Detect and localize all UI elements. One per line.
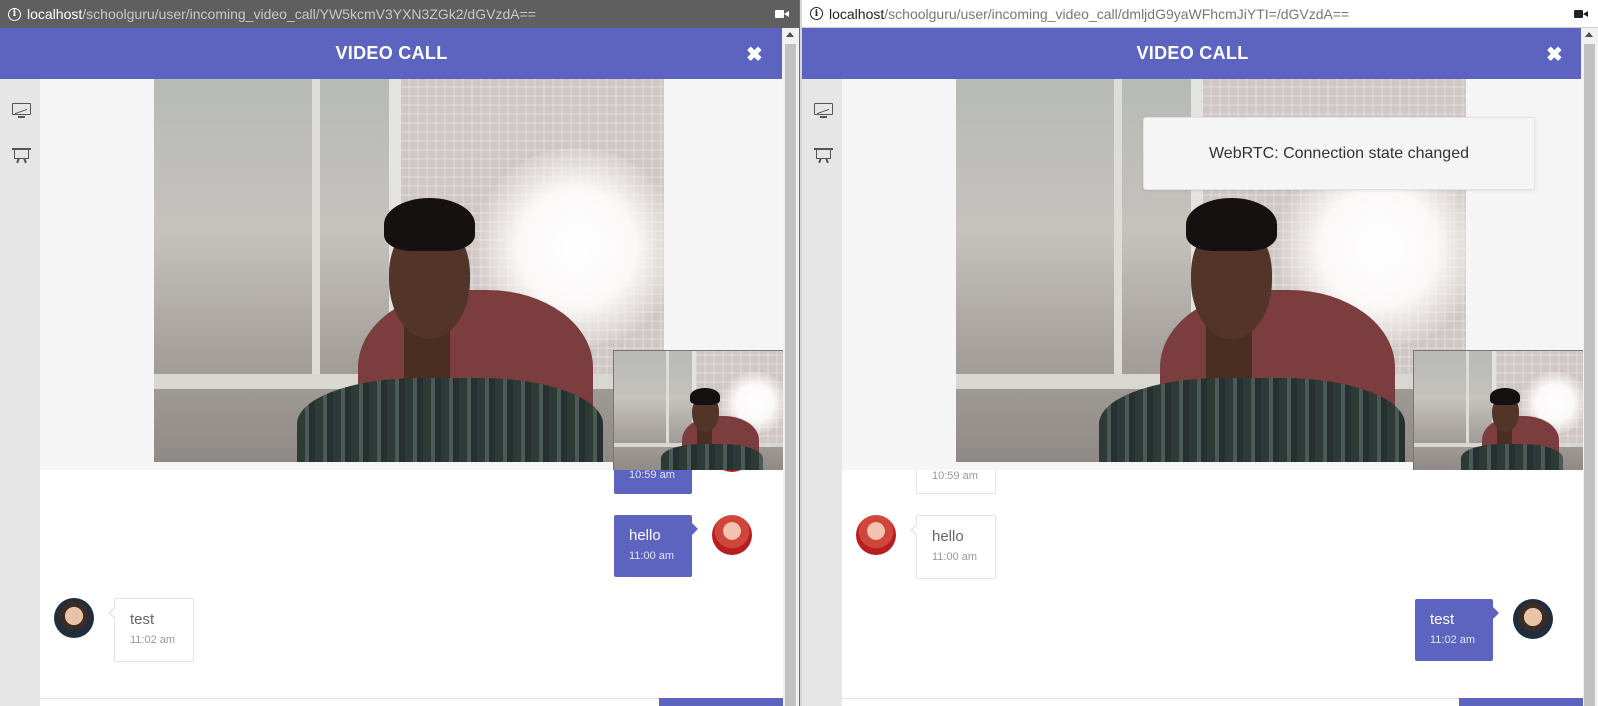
call-content: 10:59 am hello 11:00 am test 11:02 am [40, 79, 783, 706]
scrollbar-thumb[interactable] [1584, 44, 1595, 706]
url-host: localhost [829, 5, 885, 22]
page-title: VIDEO CALL [1136, 43, 1249, 63]
message-bubble: hello 11:00 am [910, 515, 996, 579]
screen-share-icon[interactable] [814, 103, 833, 120]
message-time: 11:00 am [629, 550, 675, 562]
send-button[interactable] [1459, 698, 1583, 706]
call-content: 10:59 am hello 11:00 am test 11:02 am [842, 79, 1583, 706]
screen-share-icon[interactable] [12, 103, 31, 120]
call-toolbar [0, 79, 40, 706]
remote-video [154, 79, 664, 462]
close-icon[interactable]: ✖ [1546, 42, 1563, 67]
message-text: hello [932, 528, 964, 545]
scrollbar[interactable] [782, 28, 799, 706]
left-call-window: i localhost/schoolguru/user/incoming_vid… [0, 0, 800, 706]
connection-toast: WebRTC: Connection state changed [1143, 117, 1535, 190]
message-input[interactable] [40, 698, 783, 706]
camera-icon[interactable] [1574, 9, 1588, 19]
message-input[interactable] [842, 698, 1583, 706]
message-text: test [1430, 611, 1455, 628]
message-text: test [130, 611, 155, 628]
message-bubble: test 11:02 am [108, 598, 194, 662]
url-host: localhost [27, 6, 83, 22]
presentation-icon[interactable] [814, 146, 833, 164]
local-video [613, 350, 783, 470]
local-video [1413, 350, 1583, 470]
avatar [856, 515, 896, 555]
info-icon[interactable]: i [8, 7, 21, 21]
page-title: VIDEO CALL [335, 43, 448, 63]
avatar [1513, 599, 1553, 639]
address-bar[interactable]: i localhost/schoolguru/user/incoming_vid… [0, 0, 799, 28]
call-header: VIDEO CALL ✖ [802, 28, 1583, 79]
url-path: /schoolguru/user/incoming_video_call/YW5… [82, 6, 536, 22]
url-path: /schoolguru/user/incoming_video_call/dml… [884, 5, 1350, 22]
camera-icon[interactable] [775, 9, 789, 19]
message-time: 10:59 am [932, 470, 978, 482]
call-header: VIDEO CALL ✖ [0, 28, 783, 79]
message-time: 11:00 am [932, 551, 978, 563]
message-bubble: test 11:02 am [1415, 599, 1499, 661]
right-call-window: i localhost/schoolguru/user/incoming_vid… [802, 0, 1598, 706]
message-time: 11:02 am [1430, 634, 1476, 646]
send-button[interactable] [659, 698, 783, 706]
message-bubble: hello 11:00 am [614, 515, 698, 577]
scrollbar[interactable] [1581, 28, 1598, 706]
message-time: 11:02 am [130, 634, 176, 646]
info-icon[interactable]: i [810, 7, 823, 20]
close-icon[interactable]: ✖ [746, 42, 763, 67]
message-text: hello [629, 527, 661, 544]
call-toolbar [802, 79, 842, 706]
address-bar[interactable]: i localhost/schoolguru/user/incoming_vid… [802, 0, 1598, 28]
scroll-up-arrow-icon[interactable] [786, 32, 794, 37]
presentation-icon[interactable] [12, 146, 31, 164]
avatar [712, 515, 752, 555]
scrollbar-thumb[interactable] [785, 44, 796, 706]
scroll-up-arrow-icon[interactable] [1585, 32, 1593, 37]
avatar [54, 598, 94, 638]
video-area [40, 79, 783, 470]
message-time: 10:59 am [629, 469, 675, 481]
video-area: WebRTC: Connection state changed [842, 79, 1583, 470]
